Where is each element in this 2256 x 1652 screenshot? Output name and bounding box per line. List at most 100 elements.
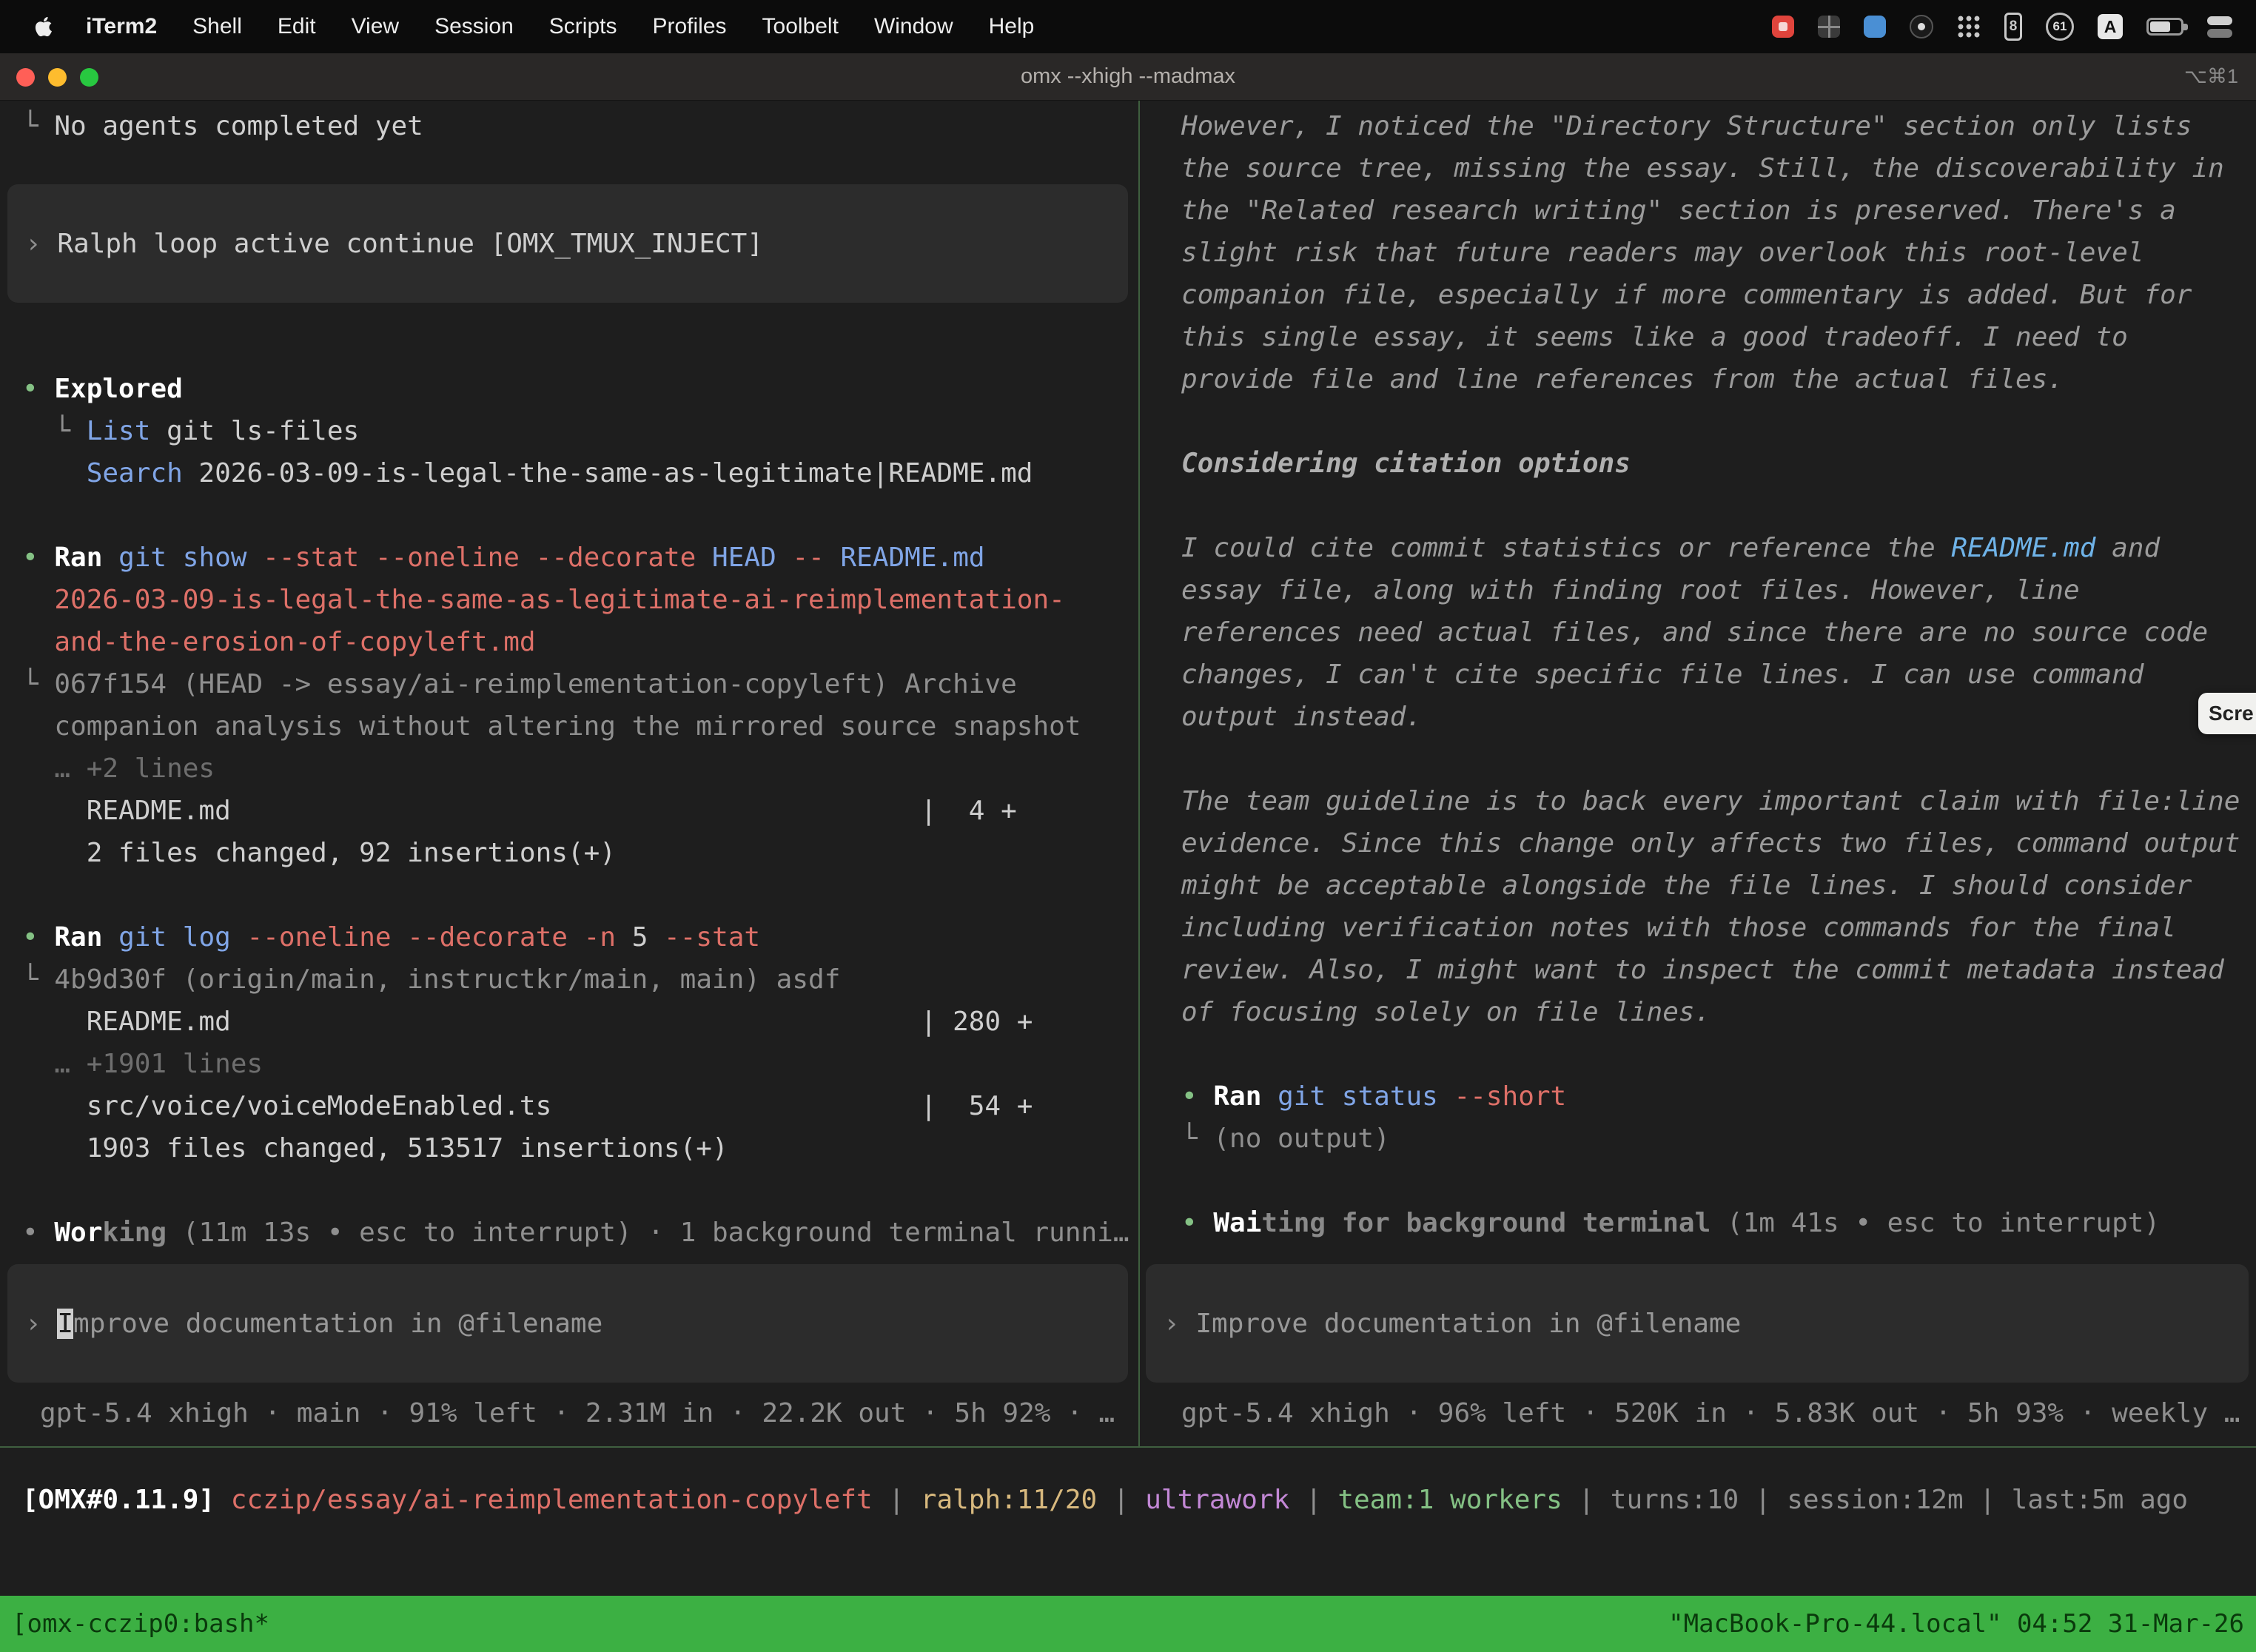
text-segment: | [1739, 1485, 1787, 1515]
right-input-text[interactable]: › Improve documentation in @filename [1164, 1303, 1741, 1345]
text-segment: gpt-5.4 xhigh · 96% left · 520K in · 5.8… [1181, 1398, 2240, 1428]
battery-icon[interactable] [2146, 18, 2183, 36]
control-center-icon[interactable] [2207, 16, 2232, 38]
menu-item-iterm2[interactable]: iTerm2 [68, 14, 175, 39]
waiting-status-line: • Waiting for background terminal (1m 41… [1181, 1202, 2256, 1244]
text-segment: | [1289, 1485, 1337, 1515]
text-segment: 067f154 (HEAD -> essay/ai-reimplementati… [54, 669, 1016, 699]
terminal-content: └ No agents completed yet › Ralph loop a… [0, 101, 2256, 1652]
device-icon[interactable]: 8 [2004, 13, 2022, 41]
right-input-box[interactable]: › Improve documentation in @filename [1146, 1264, 2249, 1383]
screen-sharing-button[interactable]: Scre [2198, 693, 2256, 734]
text-segment: king [102, 1218, 167, 1248]
agents-status-line: └ No agents completed yet [22, 105, 1138, 147]
window-layout-icon[interactable] [1818, 16, 1840, 38]
text-segment: README.md [1951, 533, 2095, 563]
text-segment: 1903 files changed, 513517 insertions(+) [22, 1133, 728, 1164]
ralph-loop-banner: › Ralph loop active continue [OMX_TMUX_I… [7, 184, 1128, 303]
text-segment: | [873, 1485, 921, 1515]
text-segment: ralph:11/20 [921, 1485, 1097, 1515]
ralph-loop-text: › Ralph loop active continue [OMX_TMUX_I… [25, 223, 763, 265]
text-segment [825, 543, 841, 573]
tmux-session-window[interactable]: [omx-cczip0:bash* [12, 1609, 269, 1639]
terminal-line: • Ran git status --short [1181, 1075, 2256, 1118]
left-input-box[interactable]: › Improve documentation in @filename [7, 1264, 1128, 1383]
menu-item-profiles[interactable]: Profiles [634, 14, 744, 39]
menu-item-toolbelt[interactable]: Toolbelt [745, 14, 856, 39]
text-segment: The team guideline is to back every impo… [1181, 786, 2240, 1027]
terminal-line: 2026-03-09-is-legal-the-same-as-legitima… [22, 579, 1138, 621]
menu-item-session[interactable]: Session [417, 14, 531, 39]
text-segment: git log [118, 922, 231, 953]
terminal-line: companion analysis without altering the … [22, 705, 1138, 748]
text-segment: • [22, 1218, 54, 1248]
menu-item-view[interactable]: View [334, 14, 417, 39]
text-segment: • [22, 374, 54, 404]
apple-menu-icon[interactable] [19, 16, 68, 38]
text-segment: | [1562, 1485, 1611, 1515]
terminal-line: └ 067f154 (HEAD -> essay/ai-reimplementa… [22, 663, 1138, 705]
text-segment: gpt-5.4 xhigh · main · 91% left · 2.31M … [40, 1398, 1115, 1428]
text-segment: (no output) [1213, 1124, 1389, 1154]
app-menus: iTerm2ShellEditViewSessionScriptsProfile… [68, 14, 1052, 39]
dark-app-icon[interactable] [1910, 15, 1933, 38]
text-segment: Search [87, 458, 183, 488]
terminal-line [22, 494, 1138, 537]
text-segment [22, 627, 54, 657]
text-segment: session:12m [1787, 1485, 1963, 1515]
text-segment: Ran [54, 543, 102, 573]
thinking-paragraph: The team guideline is to back every impo… [1181, 780, 2251, 1033]
input-source-icon[interactable]: A [2098, 14, 2123, 39]
text-segment: last:5m ago [2012, 1485, 2188, 1515]
thinking-heading: Considering citation options [1181, 443, 2251, 485]
left-scrollback: • Explored └ List git ls-files Search 20… [22, 368, 1138, 1254]
text-segment: I [57, 1309, 73, 1339]
terminal-line: and-the-erosion-of-copyleft.md [22, 621, 1138, 663]
grid-dots-icon[interactable] [1957, 15, 1981, 38]
terminal-line: • Ran git log --oneline --decorate -n 5 … [22, 916, 1138, 958]
battery-percentage-icon[interactable]: 61 [2046, 13, 2074, 41]
terminal-line: … +2 lines [22, 748, 1138, 790]
text-segment: README.md | 280 + [22, 1007, 1033, 1037]
terminal-line [22, 1169, 1138, 1212]
left-input-text[interactable]: › Improve documentation in @filename [25, 1303, 602, 1345]
menu-item-help[interactable]: Help [971, 14, 1053, 39]
text-segment: Explored [54, 374, 182, 404]
text-segment: 2 files changed, 92 insertions(+) [22, 838, 616, 868]
thinking-paragraph: I could cite commit statistics or refere… [1181, 527, 2251, 738]
menu-item-edit[interactable]: Edit [260, 14, 334, 39]
omx-status-bar: [OMX#0.11.9] cczip/essay/ai-reimplementa… [22, 1479, 2188, 1521]
text-segment: Wai [1213, 1208, 1261, 1238]
window-title-bar[interactable]: omx --xhigh --madmax ⌥⌘1 [0, 53, 2256, 101]
text-segment: | [1964, 1485, 2012, 1515]
text-segment: List [87, 416, 151, 446]
text-segment: | [1097, 1485, 1145, 1515]
text-segment: -- [792, 543, 824, 573]
text-segment: No agents completed yet [54, 111, 423, 141]
text-segment: companion analysis without altering the … [22, 711, 1081, 742]
text-segment [1261, 1081, 1278, 1112]
blue-app-icon[interactable] [1864, 16, 1886, 38]
text-segment: 4b9d30f (origin/main, instructkr/main, m… [54, 964, 840, 995]
text-segment: › [1164, 1309, 1195, 1339]
menu-item-window[interactable]: Window [856, 14, 971, 39]
menu-item-scripts[interactable]: Scripts [531, 14, 635, 39]
text-segment [568, 922, 584, 953]
terminal-line: README.md | 280 + [22, 1001, 1138, 1043]
text-segment: -n [584, 922, 616, 953]
text-segment: • [22, 543, 54, 573]
menu-bar-status-icons: 8 61 A [1772, 13, 2237, 41]
menu-item-shell[interactable]: Shell [175, 14, 260, 39]
text-segment: › [25, 229, 57, 259]
text-segment [1438, 1081, 1454, 1112]
text-segment: README.md | 4 + [22, 796, 1017, 826]
text-segment: mprove documentation in @filename [73, 1309, 602, 1339]
text-segment: I could cite commit statistics or refere… [1181, 533, 1951, 563]
window-shortcut-badge: ⌥⌘1 [2184, 53, 2238, 100]
text-segment [102, 543, 118, 573]
text-segment [231, 922, 247, 953]
text-segment: --stat [664, 922, 760, 953]
text-segment: › [25, 1309, 57, 1339]
left-agent-pane: └ No agents completed yet › Ralph loop a… [0, 101, 1138, 1446]
screen-recording-stop-icon[interactable] [1772, 16, 1794, 38]
